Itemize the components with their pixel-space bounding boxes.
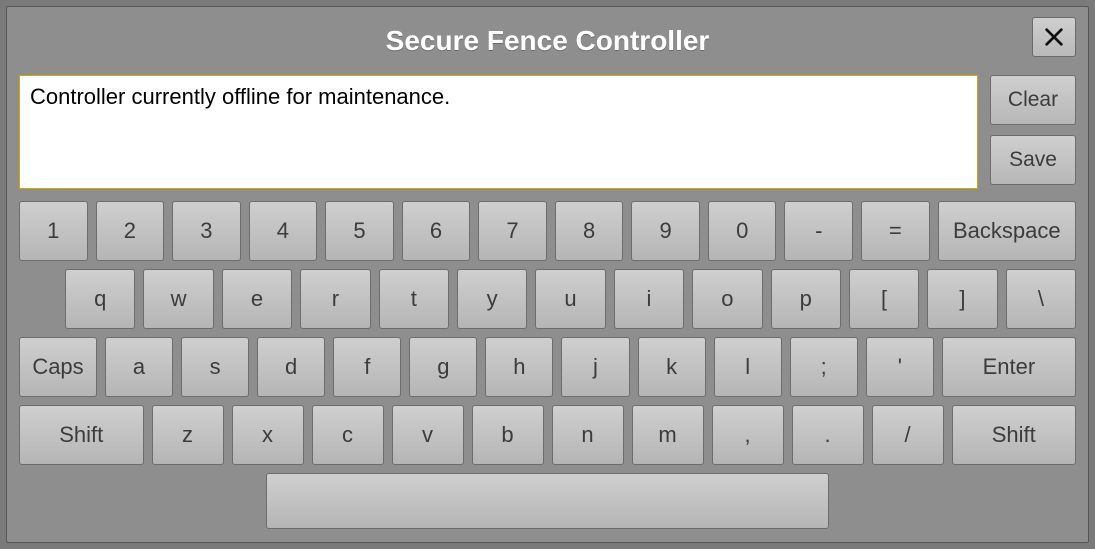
key-5[interactable]: 5 xyxy=(325,201,394,261)
key-6[interactable]: 6 xyxy=(402,201,471,261)
key-7[interactable]: 7 xyxy=(478,201,547,261)
input-row: Clear Save xyxy=(19,75,1076,189)
close-button[interactable] xyxy=(1032,17,1076,57)
key-n[interactable]: n xyxy=(552,405,624,465)
key-y[interactable]: y xyxy=(457,269,527,329)
key-f[interactable]: f xyxy=(333,337,401,397)
key-row-3: Caps a s d f g h j k l ; ' Enter xyxy=(19,337,1076,397)
row2-indent xyxy=(19,269,57,329)
key-b[interactable]: b xyxy=(472,405,544,465)
key-space[interactable] xyxy=(266,473,829,529)
key-2[interactable]: 2 xyxy=(96,201,165,261)
side-buttons: Clear Save xyxy=(990,75,1076,189)
window-title: Secure Fence Controller xyxy=(386,25,710,57)
key-4[interactable]: 4 xyxy=(249,201,318,261)
key-8[interactable]: 8 xyxy=(555,201,624,261)
key-i[interactable]: i xyxy=(614,269,684,329)
key-r[interactable]: r xyxy=(300,269,370,329)
key-s[interactable]: s xyxy=(181,337,249,397)
key-equals[interactable]: = xyxy=(861,201,930,261)
key-o[interactable]: o xyxy=(692,269,762,329)
key-g[interactable]: g xyxy=(409,337,477,397)
key-minus[interactable]: - xyxy=(784,201,853,261)
key-m[interactable]: m xyxy=(632,405,704,465)
key-k[interactable]: k xyxy=(638,337,706,397)
key-v[interactable]: v xyxy=(392,405,464,465)
key-p[interactable]: p xyxy=(771,269,841,329)
key-t[interactable]: t xyxy=(379,269,449,329)
key-enter[interactable]: Enter xyxy=(942,337,1076,397)
key-3[interactable]: 3 xyxy=(172,201,241,261)
key-backspace[interactable]: Backspace xyxy=(938,201,1076,261)
key-j[interactable]: j xyxy=(561,337,629,397)
key-0[interactable]: 0 xyxy=(708,201,777,261)
key-c[interactable]: c xyxy=(312,405,384,465)
clear-button[interactable]: Clear xyxy=(990,75,1076,125)
key-row-4: Shift z x c v b n m , . / Shift xyxy=(19,405,1076,465)
key-z[interactable]: z xyxy=(152,405,224,465)
key-semicolon[interactable]: ; xyxy=(790,337,858,397)
close-icon xyxy=(1043,26,1065,48)
key-h[interactable]: h xyxy=(485,337,553,397)
keyboard-panel: Secure Fence Controller Clear Save 1 2 3… xyxy=(6,6,1089,543)
key-d[interactable]: d xyxy=(257,337,325,397)
key-bracket-left[interactable]: [ xyxy=(849,269,919,329)
key-l[interactable]: l xyxy=(714,337,782,397)
titlebar: Secure Fence Controller xyxy=(19,17,1076,65)
key-x[interactable]: x xyxy=(232,405,304,465)
key-1[interactable]: 1 xyxy=(19,201,88,261)
key-slash[interactable]: / xyxy=(872,405,944,465)
key-u[interactable]: u xyxy=(535,269,605,329)
key-shift-left[interactable]: Shift xyxy=(19,405,144,465)
key-q[interactable]: q xyxy=(65,269,135,329)
key-shift-right[interactable]: Shift xyxy=(952,405,1077,465)
save-button[interactable]: Save xyxy=(990,135,1076,185)
keyboard: 1 2 3 4 5 6 7 8 9 0 - = Backspace q w e … xyxy=(19,201,1076,529)
key-e[interactable]: e xyxy=(222,269,292,329)
key-backslash[interactable]: \ xyxy=(1006,269,1076,329)
key-9[interactable]: 9 xyxy=(631,201,700,261)
text-input[interactable] xyxy=(19,75,978,189)
key-comma[interactable]: , xyxy=(712,405,784,465)
key-a[interactable]: a xyxy=(105,337,173,397)
key-caps[interactable]: Caps xyxy=(19,337,97,397)
key-row-1: 1 2 3 4 5 6 7 8 9 0 - = Backspace xyxy=(19,201,1076,261)
key-apostrophe[interactable]: ' xyxy=(866,337,934,397)
key-row-space xyxy=(19,473,1076,529)
key-bracket-right[interactable]: ] xyxy=(927,269,997,329)
key-period[interactable]: . xyxy=(792,405,864,465)
key-w[interactable]: w xyxy=(143,269,213,329)
key-row-2: q w e r t y u i o p [ ] \ xyxy=(19,269,1076,329)
